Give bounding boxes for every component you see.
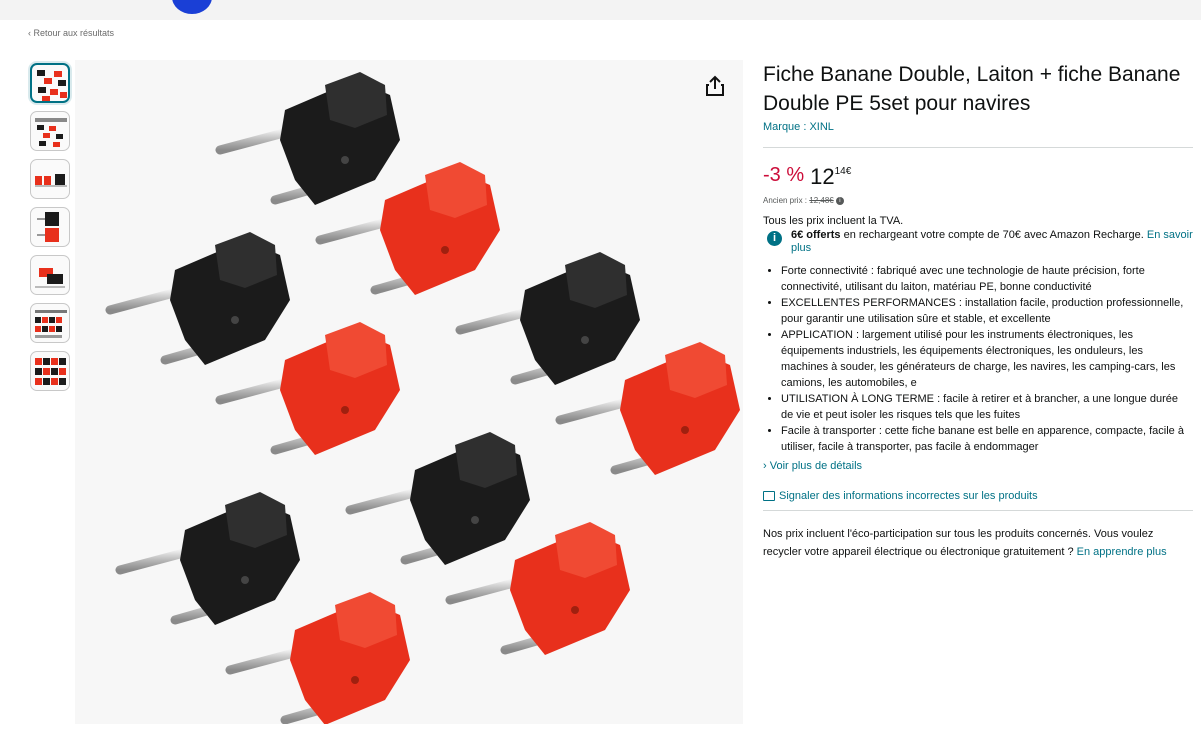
eco-learn-more-link[interactable]: En apprendre plus — [1077, 546, 1167, 558]
info-icon[interactable]: i — [835, 196, 844, 205]
offer-bold: 6€ offerts — [791, 229, 841, 241]
product-title: Fiche Banane Double, Laiton + fiche Bana… — [763, 63, 1181, 115]
thumbnail-image — [35, 118, 67, 147]
thumbnail-strip — [30, 63, 70, 399]
comment-icon — [763, 491, 775, 502]
old-price-label: Ancien prix : — [763, 196, 808, 205]
list-item: Forte connectivité : fabriqué avec une t… — [781, 263, 1193, 295]
thumbnail-image — [35, 358, 66, 385]
old-price: Ancien prix : 12,48€ i — [763, 196, 1193, 205]
thumbnail-image — [37, 212, 59, 242]
price-fraction: 14€ — [834, 166, 852, 177]
list-item: Facile à transporter : cette fiche banan… — [781, 423, 1193, 455]
back-to-results-link[interactable]: ‹ Retour aux résultats — [28, 28, 114, 38]
discount-badge: -3 % — [763, 164, 805, 186]
old-price-value: 12,48€ — [809, 196, 834, 205]
report-incorrect-info[interactable]: Signaler des informations incorrectes su… — [763, 490, 1193, 502]
top-navigation-bar — [0, 0, 1201, 20]
thumbnail-2[interactable] — [30, 111, 70, 151]
brand-link[interactable]: Marque : XINL — [763, 121, 1193, 133]
thumbnail-image — [35, 174, 67, 187]
feature-bullets: Forte connectivité : fabriqué avec une t… — [763, 263, 1193, 455]
eco-participation-note: Nos prix incluent l'éco-participation su… — [763, 525, 1193, 561]
info-icon: i — [767, 231, 782, 246]
report-label: Signaler des informations incorrectes su… — [779, 490, 1038, 502]
thumbnail-image — [35, 268, 65, 288]
list-item: APPLICATION : largement utilisé pour les… — [781, 327, 1193, 391]
thumbnail-1[interactable] — [30, 63, 70, 103]
recharge-offer: i 6€ offerts en rechargeant votre compte… — [763, 229, 1193, 255]
thumbnail-image — [37, 70, 67, 101]
offer-text: en rechargeant votre compte de 70€ avec … — [840, 229, 1147, 241]
share-icon[interactable] — [704, 74, 726, 98]
thumbnail-4[interactable] — [30, 207, 70, 247]
banana-plugs-image — [75, 60, 743, 724]
product-details: Fiche Banane Double, Laiton + fiche Bana… — [763, 60, 1193, 561]
price-row: -3 % 12 14€ — [763, 164, 1193, 194]
main-product-image[interactable] — [75, 60, 743, 724]
divider — [763, 510, 1193, 511]
thumbnail-image — [35, 310, 67, 338]
avatar[interactable] — [172, 0, 212, 14]
divider — [763, 147, 1193, 148]
thumbnail-7[interactable] — [30, 351, 70, 391]
list-item: UTILISATION À LONG TERME : facile à reti… — [781, 391, 1193, 423]
list-item: EXCELLENTES PERFORMANCES : installation … — [781, 295, 1193, 327]
more-details-link[interactable]: › Voir plus de détails — [763, 460, 1193, 472]
thumbnail-6[interactable] — [30, 303, 70, 343]
thumbnail-5[interactable] — [30, 255, 70, 295]
tva-note: Tous les prix incluent la TVA. — [763, 215, 904, 227]
price-whole: 12 — [810, 164, 835, 189]
thumbnail-3[interactable] — [30, 159, 70, 199]
